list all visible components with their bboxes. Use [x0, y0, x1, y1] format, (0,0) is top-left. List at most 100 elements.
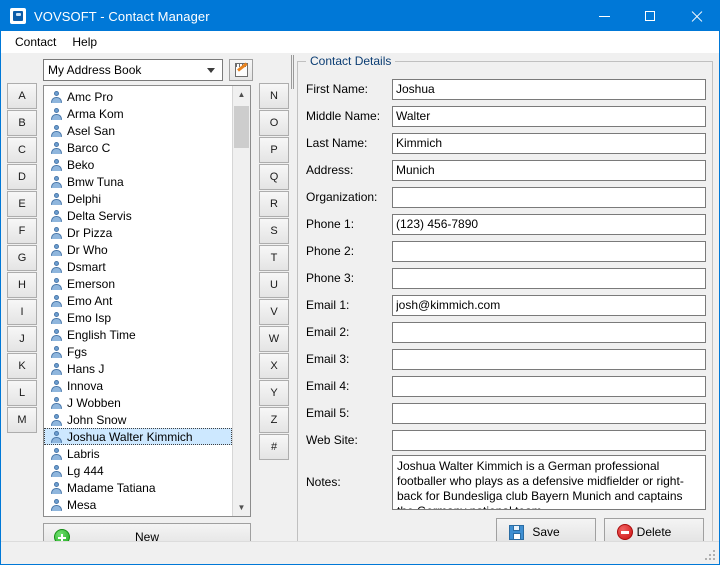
address-book-row: My Address Book — [43, 59, 289, 83]
alpha-button-q[interactable]: Q — [259, 164, 289, 190]
alpha-button-u[interactable]: U — [259, 272, 289, 298]
field-input-organization[interactable] — [392, 187, 706, 208]
list-item[interactable]: J Wobben — [44, 394, 232, 411]
alpha-button-j[interactable]: J — [7, 326, 37, 352]
field-input-address[interactable] — [392, 160, 706, 181]
alpha-button-b[interactable]: B — [7, 110, 37, 136]
list-item[interactable]: Labris — [44, 445, 232, 462]
list-item[interactable]: Mesa — [44, 496, 232, 513]
field-input-phone-2[interactable] — [392, 241, 706, 262]
address-book-select[interactable]: My Address Book — [43, 59, 223, 81]
list-item-label: Delta Servis — [67, 209, 132, 223]
list-item-label: Asel San — [67, 124, 115, 138]
list-item[interactable]: Amc Pro — [44, 88, 232, 105]
scrollbar-thumb[interactable] — [234, 106, 249, 148]
alpha-button-t[interactable]: T — [259, 245, 289, 271]
menu-item-contact[interactable]: Contact — [7, 32, 64, 52]
alpha-button-l[interactable]: L — [7, 380, 37, 406]
list-item[interactable]: Dr Who — [44, 241, 232, 258]
alpha-button-r[interactable]: R — [259, 191, 289, 217]
alpha-button-n[interactable]: N — [259, 83, 289, 109]
field-input-middle-name[interactable] — [392, 106, 706, 127]
field-label-address: Address: — [306, 163, 392, 177]
notes-input[interactable] — [392, 455, 706, 510]
list-item[interactable]: Arma Kom — [44, 105, 232, 122]
list-item[interactable]: Barco C — [44, 139, 232, 156]
window-title: VOVSOFT - Contact Manager — [34, 9, 210, 24]
alpha-button-hash[interactable]: # — [259, 434, 289, 460]
alpha-button-e[interactable]: E — [7, 191, 37, 217]
list-item[interactable]: Delphi — [44, 190, 232, 207]
list-item[interactable]: Asel San — [44, 122, 232, 139]
chevron-down-icon — [207, 68, 215, 73]
person-icon — [50, 499, 62, 511]
field-input-phone-1[interactable] — [392, 214, 706, 235]
alpha-button-c[interactable]: C — [7, 137, 37, 163]
list-item[interactable]: English Time — [44, 326, 232, 343]
list-item[interactable]: Joshua Walter Kimmich — [44, 428, 232, 445]
list-item[interactable]: Emo Isp — [44, 309, 232, 326]
panel-splitter[interactable] — [289, 55, 295, 555]
close-button[interactable] — [673, 1, 719, 31]
list-item-label: J Wobben — [67, 396, 121, 410]
save-button-label: Save — [532, 525, 559, 539]
contact-list[interactable]: Amc ProArma Kom Asel SanBarco CBekoBmw Tu… — [43, 85, 251, 517]
chevron-up-icon[interactable]: ▲ — [233, 86, 250, 103]
alpha-button-s[interactable]: S — [259, 218, 289, 244]
field-label-email-5: Email 5: — [306, 406, 392, 420]
alpha-button-k[interactable]: K — [7, 353, 37, 379]
field-input-last-name[interactable] — [392, 133, 706, 154]
minimize-button[interactable] — [581, 1, 627, 31]
alpha-button-a[interactable]: A — [7, 83, 37, 109]
alpha-button-w[interactable]: W — [259, 326, 289, 352]
list-item[interactable]: John Snow — [44, 411, 232, 428]
field-input-phone-3[interactable] — [392, 268, 706, 289]
alpha-button-i[interactable]: I — [7, 299, 37, 325]
list-item[interactable]: Bmw Tuna — [44, 173, 232, 190]
field-input-email-3[interactable] — [392, 349, 706, 370]
resize-grip-icon[interactable] — [705, 550, 716, 561]
field-input-email-2[interactable] — [392, 322, 706, 343]
delete-circle-icon — [617, 524, 633, 540]
list-item[interactable]: Lg 444 — [44, 462, 232, 479]
contact-list-scrollbar[interactable]: ▲ ▼ — [232, 86, 250, 516]
list-item[interactable]: Hans J — [44, 360, 232, 377]
person-icon — [50, 261, 62, 273]
alpha-button-x[interactable]: X — [259, 353, 289, 379]
list-item[interactable]: Dsmart — [44, 258, 232, 275]
list-item[interactable]: Emerson — [44, 275, 232, 292]
alpha-button-d[interactable]: D — [7, 164, 37, 190]
menu-item-help[interactable]: Help — [64, 32, 105, 52]
field-input-email-5[interactable] — [392, 403, 706, 424]
alpha-button-f[interactable]: F — [7, 218, 37, 244]
field-input-email-1[interactable] — [392, 295, 706, 316]
field-input-first-name[interactable] — [392, 79, 706, 100]
list-item-label: Emo Ant — [67, 294, 112, 308]
alpha-button-o[interactable]: O — [259, 110, 289, 136]
app-window: VOVSOFT - Contact Manager Contact Help M… — [0, 0, 720, 565]
maximize-icon — [645, 11, 655, 21]
edit-address-book-button[interactable] — [229, 59, 253, 81]
list-item[interactable]: Innova — [44, 377, 232, 394]
alpha-button-y[interactable]: Y — [259, 380, 289, 406]
chevron-down-icon[interactable]: ▼ — [233, 499, 250, 516]
alpha-button-z[interactable]: Z — [259, 407, 289, 433]
alpha-button-h[interactable]: H — [7, 272, 37, 298]
alpha-button-p[interactable]: P — [259, 137, 289, 163]
list-item-label: Lg 444 — [67, 464, 104, 478]
list-item[interactable]: Dr Pizza — [44, 224, 232, 241]
list-item[interactable]: Delta Servis — [44, 207, 232, 224]
list-item[interactable]: Madame Tatiana — [44, 479, 232, 496]
list-item[interactable]: Emo Ant — [44, 292, 232, 309]
field-label-email-1: Email 1: — [306, 298, 392, 312]
maximize-button[interactable] — [627, 1, 673, 31]
list-item-label: Dsmart — [67, 260, 106, 274]
field-input-email-4[interactable] — [392, 376, 706, 397]
alpha-button-v[interactable]: V — [259, 299, 289, 325]
list-item[interactable]: Fgs — [44, 343, 232, 360]
list-item[interactable]: Beko — [44, 156, 232, 173]
alpha-button-m[interactable]: M — [7, 407, 37, 433]
alpha-button-g[interactable]: G — [7, 245, 37, 271]
field-label-first-name: First Name: — [306, 82, 392, 96]
field-input-web-site[interactable] — [392, 430, 706, 451]
